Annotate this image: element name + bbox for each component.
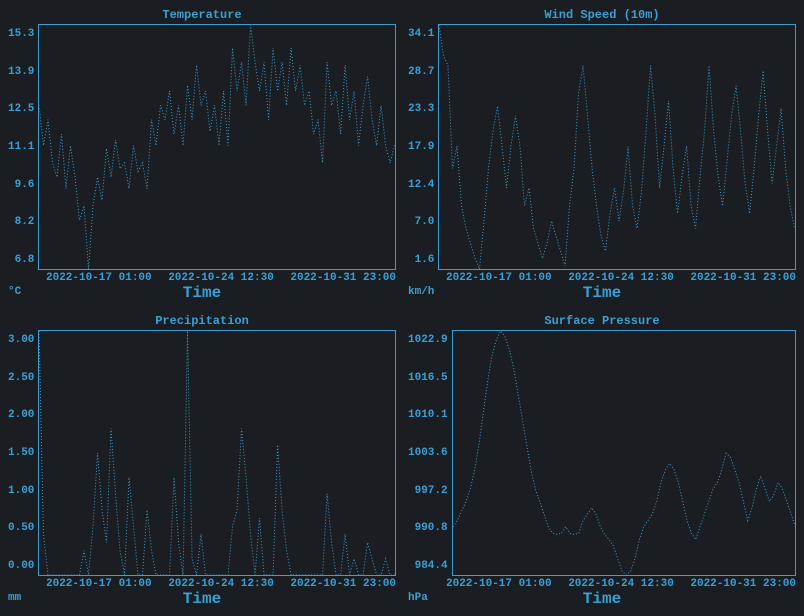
x-tick: 2022-10-17 01:00: [446, 578, 552, 590]
unit-label: km/h: [408, 286, 446, 302]
unit-label: mm: [8, 592, 46, 608]
y-tick: 11.1: [8, 141, 34, 153]
panel-precip: Precipitation 3.00 2.50 2.00 1.50 1.00 0.50 0.…: [8, 314, 396, 608]
data-series: [39, 331, 395, 575]
y-axis: 3.00 2.50 2.00 1.50 1.00 0.50 0.00: [8, 330, 38, 576]
x-axis: 2022-10-17 01:00 2022-10-24 12:30 2022-10-…: [8, 272, 396, 284]
y-tick: 3.00: [8, 334, 34, 346]
x-tick: 2022-10-24 12:30: [568, 578, 674, 590]
x-label: Time: [46, 590, 358, 608]
y-tick: 1003.6: [408, 447, 448, 459]
plot-area: [38, 24, 396, 270]
y-tick: 8.2: [15, 216, 35, 228]
x-tick: 2022-10-17 01:00: [446, 272, 552, 284]
y-tick: 17.9: [408, 141, 434, 153]
unit-label: hPa: [408, 592, 446, 608]
x-tick: 2022-10-31 23:00: [690, 578, 796, 590]
panel-temperature: Temperature 15.3 13.9 12.5 11.1 9.6 8.2 6.8 20…: [8, 8, 396, 302]
x-tick: 2022-10-17 01:00: [46, 272, 152, 284]
y-tick: 2.50: [8, 372, 34, 384]
x-axis: 2022-10-17 01:00 2022-10-24 12:30 2022-10-…: [8, 578, 396, 590]
y-tick: 15.3: [8, 28, 34, 40]
chart-title: Wind Speed (10m): [408, 8, 796, 22]
y-tick: 0.50: [8, 522, 34, 534]
x-tick: 2022-10-31 23:00: [290, 578, 396, 590]
y-tick: 34.1: [408, 28, 434, 40]
y-tick: 9.6: [15, 179, 35, 191]
chart-title: Temperature: [8, 8, 396, 22]
plot-area: [438, 24, 796, 270]
x-tick: 2022-10-17 01:00: [46, 578, 152, 590]
chart-grid: Temperature 15.3 13.9 12.5 11.1 9.6 8.2 6.8 20…: [8, 8, 796, 608]
y-tick: 7.0: [415, 216, 435, 228]
panel-pressure: Surface Pressure 1022.9 1016.5 1010.1 1003.…: [408, 314, 796, 608]
plot-area: [38, 330, 396, 576]
y-tick: 997.2: [415, 485, 448, 497]
x-axis: 2022-10-17 01:00 2022-10-24 12:30 2022-10-…: [408, 578, 796, 590]
y-axis: 15.3 13.9 12.5 11.1 9.6 8.2 6.8: [8, 24, 38, 270]
y-tick: 12.5: [8, 103, 34, 115]
y-tick: 1010.1: [408, 409, 448, 421]
y-tick: 13.9: [8, 66, 34, 78]
y-tick: 2.00: [8, 409, 34, 421]
plot-area: [452, 330, 796, 576]
y-tick: 1016.5: [408, 372, 448, 384]
data-series: [39, 25, 395, 269]
y-tick: 1022.9: [408, 334, 448, 346]
unit-label: °C: [8, 286, 46, 302]
chart-title: Precipitation: [8, 314, 396, 328]
x-tick: 2022-10-31 23:00: [690, 272, 796, 284]
x-tick: 2022-10-24 12:30: [168, 272, 274, 284]
y-axis: 34.1 28.7 23.3 17.9 12.4 7.0 1.6: [408, 24, 438, 270]
y-tick: 28.7: [408, 66, 434, 78]
y-tick: 23.3: [408, 103, 434, 115]
panel-wind: Wind Speed (10m) 34.1 28.7 23.3 17.9 12.4 7.0…: [408, 8, 796, 302]
x-label: Time: [446, 590, 758, 608]
y-tick: 984.4: [415, 560, 448, 572]
y-tick: 0.00: [8, 560, 34, 572]
x-label: Time: [446, 284, 758, 302]
y-tick: 1.50: [8, 447, 34, 459]
x-axis: 2022-10-17 01:00 2022-10-24 12:30 2022-10-…: [408, 272, 796, 284]
y-axis: 1022.9 1016.5 1010.1 1003.6 997.2 990.8 984.4: [408, 330, 452, 576]
y-tick: 990.8: [415, 522, 448, 534]
x-tick: 2022-10-24 12:30: [168, 578, 274, 590]
y-tick: 6.8: [15, 254, 35, 266]
y-tick: 1.6: [415, 254, 435, 266]
y-tick: 1.00: [8, 485, 34, 497]
y-tick: 12.4: [408, 179, 434, 191]
x-tick: 2022-10-24 12:30: [568, 272, 674, 284]
data-series: [453, 331, 795, 575]
x-label: Time: [46, 284, 358, 302]
data-series: [439, 25, 795, 269]
x-tick: 2022-10-31 23:00: [290, 272, 396, 284]
chart-title: Surface Pressure: [408, 314, 796, 328]
